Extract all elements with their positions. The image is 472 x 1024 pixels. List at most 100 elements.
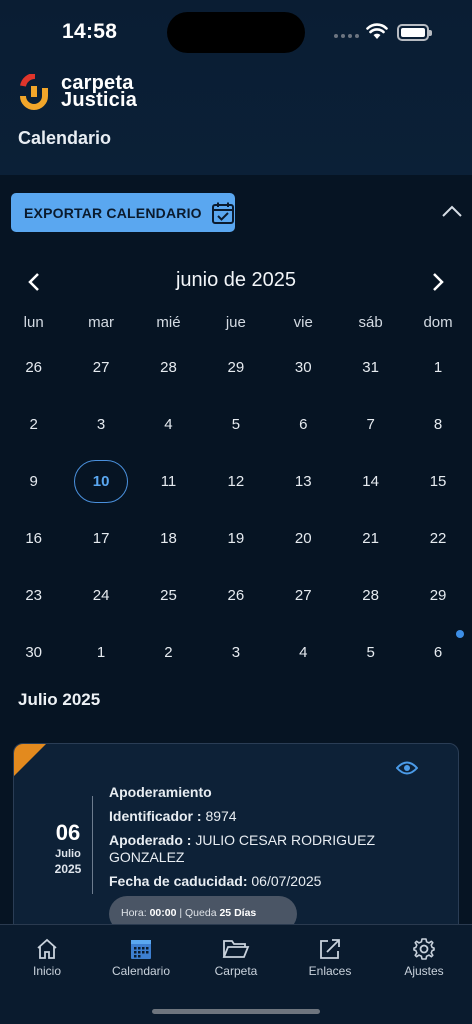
page-title: Calendario <box>18 128 112 148</box>
calendar-day[interactable]: 19 <box>202 530 269 547</box>
export-calendar-label: EXPORTAR CALENDARIO <box>24 204 202 221</box>
external-link-icon <box>320 939 340 959</box>
export-calendar-button[interactable]: EXPORTAR CALENDARIO <box>11 193 235 232</box>
tab-ajustes[interactable]: Ajustes <box>384 937 464 978</box>
calendar-day[interactable]: 4 <box>270 644 337 661</box>
cellular-signal-icon <box>334 34 359 38</box>
calendar-week: 2 3 4 5 6 7 8 <box>0 396 472 453</box>
calendar-day[interactable]: 13 <box>270 473 337 490</box>
dynamic-island <box>167 12 305 53</box>
calendar-day[interactable]: 6 <box>404 630 471 661</box>
calendar-day[interactable]: 9 <box>0 473 67 490</box>
divider <box>92 796 93 894</box>
home-icon <box>37 938 57 959</box>
calendar-week: 26 27 28 29 30 31 1 <box>0 339 472 396</box>
eye-icon[interactable] <box>396 760 418 776</box>
events-section-title: Julio 2025 <box>18 690 101 709</box>
calendar-day[interactable]: 29 <box>404 587 471 604</box>
calendar-week: 30 1 2 3 4 5 6 <box>0 624 472 681</box>
folder-icon <box>222 940 250 958</box>
calendar-day[interactable]: 7 <box>337 416 404 433</box>
event-indicator-dot <box>455 630 464 638</box>
calendar-day[interactable]: 24 <box>67 587 134 604</box>
calendar-icon <box>131 940 151 959</box>
calendar-day[interactable]: 3 <box>67 416 134 433</box>
calendar-week: 16 17 18 19 20 21 22 <box>0 510 472 567</box>
status-time: 14:58 <box>62 20 118 43</box>
wifi-icon <box>366 23 388 39</box>
event-type: Apoderamiento <box>109 784 212 800</box>
brand-logo-icon <box>20 74 48 110</box>
weekday-label: sáb <box>358 313 383 331</box>
calendar-week: 23 24 25 26 27 28 29 <box>0 567 472 624</box>
calendar-day-selected[interactable]: 10 <box>67 460 134 503</box>
calendar-day[interactable]: 4 <box>135 416 202 433</box>
calendar-day[interactable]: 20 <box>270 530 337 547</box>
tab-carpeta[interactable]: Carpeta <box>196 937 276 978</box>
calendar-day[interactable]: 17 <box>67 530 134 547</box>
weekday-label: jue <box>225 313 246 331</box>
tab-calendario[interactable]: Calendario <box>101 937 181 978</box>
calendar-day[interactable]: 6 <box>270 416 337 433</box>
calendar-header: junio de 2025 <box>0 265 472 299</box>
weekday-label: vie <box>293 313 313 331</box>
weekday-row: lun mar mié jue vie sáb dom <box>0 305 472 339</box>
event-attorney: Apoderado : JULIO CESAR RODRIGUEZ GONZAL… <box>109 832 376 865</box>
chevron-right-icon[interactable] <box>428 271 446 293</box>
calendar-day[interactable]: 15 <box>404 473 471 490</box>
app-logo: carpeta Justicia <box>17 73 138 111</box>
calendar-day[interactable]: 11 <box>135 473 202 490</box>
event-year: 2025 <box>54 862 82 876</box>
calendar-day[interactable]: 27 <box>67 359 134 376</box>
calendar-day[interactable]: 14 <box>337 473 404 490</box>
calendar-day[interactable]: 30 <box>270 359 337 376</box>
gear-icon <box>413 938 435 960</box>
app-header: 14:58 carpeta Justicia Calendario <box>0 0 472 175</box>
event-card[interactable]: 06 Julio 2025 Apoderamiento Identificado… <box>13 743 459 953</box>
brand-name-line2: Justicia <box>61 89 138 111</box>
battery-icon <box>397 24 432 41</box>
calendar-day[interactable]: 30 <box>0 644 67 661</box>
calendar-day[interactable]: 28 <box>135 359 202 376</box>
tab-inicio[interactable]: Inicio <box>7 937 87 978</box>
calendar-day[interactable]: 22 <box>404 530 471 547</box>
calendar-day[interactable]: 5 <box>202 416 269 433</box>
calendar-grid: lun mar mié jue vie sáb dom 26 27 28 29 … <box>0 305 472 681</box>
calendar-day[interactable]: 27 <box>270 587 337 604</box>
event-identifier: Identificador : 8974 <box>109 808 237 824</box>
event-day: 06 <box>55 820 81 845</box>
chevron-up-icon[interactable] <box>440 203 464 219</box>
calendar-day[interactable]: 8 <box>404 416 471 433</box>
calendar-day[interactable]: 29 <box>202 359 269 376</box>
status-bar: 14:58 <box>0 0 472 60</box>
calendar-day[interactable]: 3 <box>202 644 269 661</box>
event-expiry: Fecha de caducidad: 06/07/2025 <box>109 873 322 889</box>
calendar-day[interactable]: 5 <box>337 644 404 661</box>
calendar-check-icon <box>211 202 234 224</box>
calendar-day[interactable]: 23 <box>0 587 67 604</box>
weekday-label: mar <box>88 313 114 331</box>
event-month: Julio <box>55 848 81 860</box>
weekday-label: dom <box>423 313 453 331</box>
month-title: junio de 2025 <box>175 269 297 291</box>
calendar-day[interactable]: 12 <box>202 473 269 490</box>
calendar-day[interactable]: 25 <box>135 587 202 604</box>
home-indicator[interactable] <box>152 1009 320 1014</box>
weekday-label: mié <box>156 313 181 331</box>
calendar-day[interactable]: 2 <box>135 644 202 661</box>
event-date: 06 Julio 2025 <box>40 820 96 876</box>
event-details: Apoderamiento Identificador : 8974 Apode… <box>109 784 439 897</box>
calendar-day[interactable]: 1 <box>404 359 471 376</box>
calendar-day[interactable]: 26 <box>0 359 67 376</box>
calendar-day[interactable]: 21 <box>337 530 404 547</box>
calendar-day[interactable]: 18 <box>135 530 202 547</box>
calendar-day[interactable]: 1 <box>67 644 134 661</box>
calendar-week: 9 10 11 12 13 14 15 <box>0 453 472 510</box>
calendar-day[interactable]: 28 <box>337 587 404 604</box>
calendar-day[interactable]: 2 <box>0 416 67 433</box>
calendar-day[interactable]: 31 <box>337 359 404 376</box>
event-type-corner <box>14 744 46 776</box>
calendar-day[interactable]: 26 <box>202 587 269 604</box>
tab-enlaces[interactable]: Enlaces <box>290 937 370 978</box>
calendar-day[interactable]: 16 <box>0 530 67 547</box>
